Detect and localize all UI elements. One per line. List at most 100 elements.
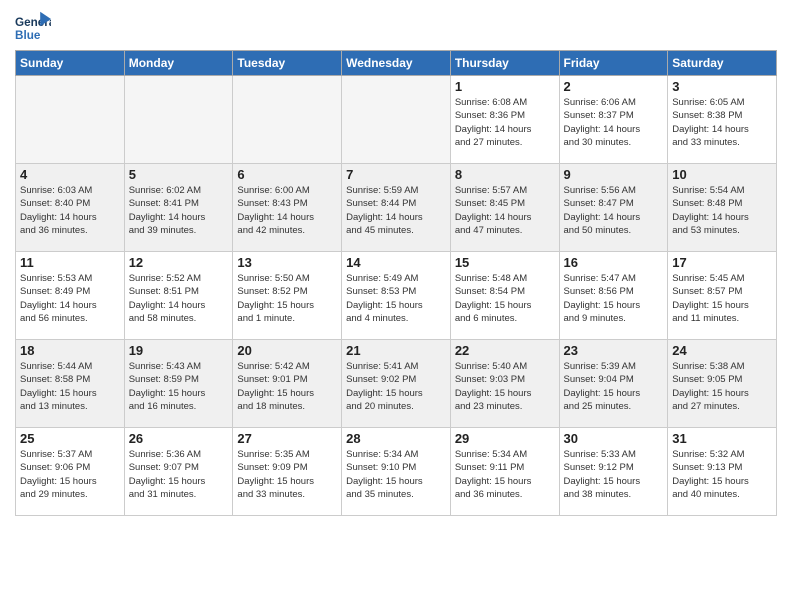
day-info: Sunrise: 5:45 AM Sunset: 8:57 PM Dayligh…: [672, 272, 772, 325]
day-info: Sunrise: 5:37 AM Sunset: 9:06 PM Dayligh…: [20, 448, 120, 501]
day-info: Sunrise: 5:32 AM Sunset: 9:13 PM Dayligh…: [672, 448, 772, 501]
day-number: 27: [237, 431, 337, 446]
calendar-cell: 25 Sunrise: 5:37 AM Sunset: 9:06 PM Dayli…: [16, 428, 125, 516]
calendar-cell: 3 Sunrise: 6:05 AM Sunset: 8:38 PM Daylig…: [668, 76, 777, 164]
day-info: Sunrise: 5:44 AM Sunset: 8:58 PM Dayligh…: [20, 360, 120, 413]
calendar-cell: 11 Sunrise: 5:53 AM Sunset: 8:49 PM Dayli…: [16, 252, 125, 340]
day-number: 19: [129, 343, 229, 358]
day-number: 30: [564, 431, 664, 446]
day-info: Sunrise: 5:41 AM Sunset: 9:02 PM Dayligh…: [346, 360, 446, 413]
main-container: General Blue SundayMondayTuesdayWednesda…: [0, 0, 792, 526]
day-info: Sunrise: 5:57 AM Sunset: 8:45 PM Dayligh…: [455, 184, 555, 237]
calendar-cell: 4 Sunrise: 6:03 AM Sunset: 8:40 PM Daylig…: [16, 164, 125, 252]
calendar-cell: 16 Sunrise: 5:47 AM Sunset: 8:56 PM Dayli…: [559, 252, 668, 340]
calendar-cell: 20 Sunrise: 5:42 AM Sunset: 9:01 PM Dayli…: [233, 340, 342, 428]
day-info: Sunrise: 5:33 AM Sunset: 9:12 PM Dayligh…: [564, 448, 664, 501]
day-number: 11: [20, 255, 120, 270]
day-info: Sunrise: 6:05 AM Sunset: 8:38 PM Dayligh…: [672, 96, 772, 149]
calendar-cell: 22 Sunrise: 5:40 AM Sunset: 9:03 PM Dayli…: [450, 340, 559, 428]
day-number: 29: [455, 431, 555, 446]
header-row: SundayMondayTuesdayWednesdayThursdayFrid…: [16, 51, 777, 76]
day-number: 20: [237, 343, 337, 358]
day-number: 2: [564, 79, 664, 94]
week-row-3: 18 Sunrise: 5:44 AM Sunset: 8:58 PM Dayli…: [16, 340, 777, 428]
day-number: 5: [129, 167, 229, 182]
calendar-cell: [16, 76, 125, 164]
day-number: 22: [455, 343, 555, 358]
day-info: Sunrise: 5:54 AM Sunset: 8:48 PM Dayligh…: [672, 184, 772, 237]
day-number: 23: [564, 343, 664, 358]
col-header-wednesday: Wednesday: [342, 51, 451, 76]
day-number: 10: [672, 167, 772, 182]
day-info: Sunrise: 5:50 AM Sunset: 8:52 PM Dayligh…: [237, 272, 337, 325]
day-number: 4: [20, 167, 120, 182]
day-info: Sunrise: 5:39 AM Sunset: 9:04 PM Dayligh…: [564, 360, 664, 413]
day-number: 8: [455, 167, 555, 182]
calendar-cell: 24 Sunrise: 5:38 AM Sunset: 9:05 PM Dayli…: [668, 340, 777, 428]
calendar-cell: 29 Sunrise: 5:34 AM Sunset: 9:11 PM Dayli…: [450, 428, 559, 516]
col-header-thursday: Thursday: [450, 51, 559, 76]
day-info: Sunrise: 5:34 AM Sunset: 9:10 PM Dayligh…: [346, 448, 446, 501]
day-number: 24: [672, 343, 772, 358]
day-number: 7: [346, 167, 446, 182]
week-row-0: 1 Sunrise: 6:08 AM Sunset: 8:36 PM Daylig…: [16, 76, 777, 164]
day-info: Sunrise: 6:02 AM Sunset: 8:41 PM Dayligh…: [129, 184, 229, 237]
day-info: Sunrise: 5:38 AM Sunset: 9:05 PM Dayligh…: [672, 360, 772, 413]
logo-icon: General Blue: [15, 10, 51, 46]
svg-text:Blue: Blue: [15, 29, 41, 42]
calendar-cell: 17Sunrise: 5:45 AM Sunset: 8:57 PM Dayli…: [668, 252, 777, 340]
col-header-sunday: Sunday: [16, 51, 125, 76]
col-header-monday: Monday: [124, 51, 233, 76]
day-info: Sunrise: 5:34 AM Sunset: 9:11 PM Dayligh…: [455, 448, 555, 501]
week-row-1: 4 Sunrise: 6:03 AM Sunset: 8:40 PM Daylig…: [16, 164, 777, 252]
calendar-cell: 26 Sunrise: 5:36 AM Sunset: 9:07 PM Dayli…: [124, 428, 233, 516]
day-info: Sunrise: 6:06 AM Sunset: 8:37 PM Dayligh…: [564, 96, 664, 149]
calendar-cell: [342, 76, 451, 164]
day-info: Sunrise: 5:47 AM Sunset: 8:56 PM Dayligh…: [564, 272, 664, 325]
calendar-cell: 19Sunrise: 5:43 AM Sunset: 8:59 PM Dayli…: [124, 340, 233, 428]
day-number: 31: [672, 431, 772, 446]
calendar-table: SundayMondayTuesdayWednesdayThursdayFrid…: [15, 50, 777, 516]
calendar-cell: 18 Sunrise: 5:44 AM Sunset: 8:58 PM Dayli…: [16, 340, 125, 428]
day-number: 16: [564, 255, 664, 270]
day-info: Sunrise: 5:48 AM Sunset: 8:54 PM Dayligh…: [455, 272, 555, 325]
calendar-cell: 6Sunrise: 6:00 AM Sunset: 8:43 PM Daylig…: [233, 164, 342, 252]
col-header-friday: Friday: [559, 51, 668, 76]
calendar-cell: 10 Sunrise: 5:54 AM Sunset: 8:48 PM Dayli…: [668, 164, 777, 252]
day-number: 18: [20, 343, 120, 358]
day-number: 1: [455, 79, 555, 94]
calendar-cell: 15Sunrise: 5:48 AM Sunset: 8:54 PM Dayli…: [450, 252, 559, 340]
calendar-cell: 12 Sunrise: 5:52 AM Sunset: 8:51 PM Dayli…: [124, 252, 233, 340]
day-info: Sunrise: 5:49 AM Sunset: 8:53 PM Dayligh…: [346, 272, 446, 325]
calendar-cell: 5 Sunrise: 6:02 AM Sunset: 8:41 PM Daylig…: [124, 164, 233, 252]
calendar-cell: 7Sunrise: 5:59 AM Sunset: 8:44 PM Daylig…: [342, 164, 451, 252]
day-number: 25: [20, 431, 120, 446]
calendar-cell: 1 Sunrise: 6:08 AM Sunset: 8:36 PM Daylig…: [450, 76, 559, 164]
calendar-cell: 9 Sunrise: 5:56 AM Sunset: 8:47 PM Daylig…: [559, 164, 668, 252]
calendar-cell: [233, 76, 342, 164]
calendar-cell: 2 Sunrise: 6:06 AM Sunset: 8:37 PM Daylig…: [559, 76, 668, 164]
day-number: 6: [237, 167, 337, 182]
day-number: 12: [129, 255, 229, 270]
day-info: Sunrise: 5:36 AM Sunset: 9:07 PM Dayligh…: [129, 448, 229, 501]
col-header-tuesday: Tuesday: [233, 51, 342, 76]
day-info: Sunrise: 5:40 AM Sunset: 9:03 PM Dayligh…: [455, 360, 555, 413]
day-number: 26: [129, 431, 229, 446]
day-number: 9: [564, 167, 664, 182]
day-info: Sunrise: 5:42 AM Sunset: 9:01 PM Dayligh…: [237, 360, 337, 413]
day-info: Sunrise: 5:52 AM Sunset: 8:51 PM Dayligh…: [129, 272, 229, 325]
calendar-cell: 28 Sunrise: 5:34 AM Sunset: 9:10 PM Dayli…: [342, 428, 451, 516]
day-info: Sunrise: 5:53 AM Sunset: 8:49 PM Dayligh…: [20, 272, 120, 325]
day-info: Sunrise: 5:56 AM Sunset: 8:47 PM Dayligh…: [564, 184, 664, 237]
day-number: 13: [237, 255, 337, 270]
day-number: 3: [672, 79, 772, 94]
logo: General Blue: [15, 10, 51, 46]
header: General Blue: [15, 10, 777, 46]
calendar-cell: 23 Sunrise: 5:39 AM Sunset: 9:04 PM Dayli…: [559, 340, 668, 428]
calendar-cell: 30 Sunrise: 5:33 AM Sunset: 9:12 PM Dayli…: [559, 428, 668, 516]
day-info: Sunrise: 6:08 AM Sunset: 8:36 PM Dayligh…: [455, 96, 555, 149]
day-number: 28: [346, 431, 446, 446]
day-number: 21: [346, 343, 446, 358]
week-row-4: 25 Sunrise: 5:37 AM Sunset: 9:06 PM Dayli…: [16, 428, 777, 516]
day-info: Sunrise: 6:03 AM Sunset: 8:40 PM Dayligh…: [20, 184, 120, 237]
